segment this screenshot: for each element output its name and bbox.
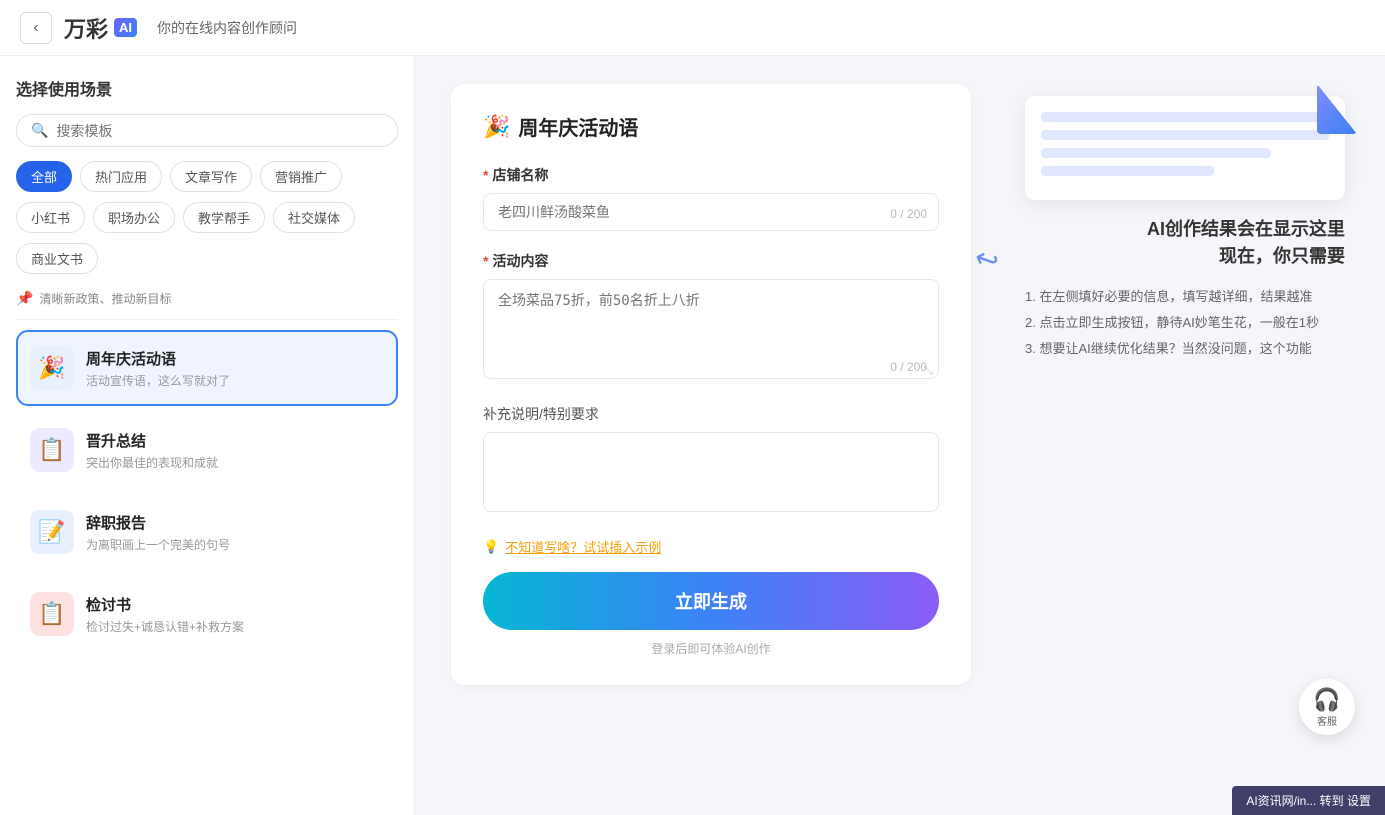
tag-hot[interactable]: 热门应用 [80,161,162,192]
tag-office[interactable]: 职场办公 [93,202,175,233]
search-icon: 🔍 [31,122,48,139]
main-layout: 选择使用场景 🔍 全部 热门应用 文章写作 营销推广 小红书 职场办公 教学帮手… [0,56,1385,815]
illustration-area: ↩ AI创作结果会在显示这里 现在，你只需要 1. 在左侧填好必要的信息，填写越… [1025,96,1345,362]
hint-row[interactable]: 💡 不知道写啥？试试插入示例 [483,537,939,556]
form-title-icon: 🎉 [483,114,510,140]
ai-caption-line2: 现在，你只需要 [1025,243,1345,270]
template-desc-anniversary: 活动宣传语，这么写就对了 [86,372,384,389]
activity-textarea[interactable] [483,279,939,379]
required-star: * [483,167,488,183]
resize-handle[interactable]: ⤡ [923,363,933,378]
step-1: 1. 在左侧填好必要的信息，填写越详细，结果越准 [1025,284,1345,310]
template-icon-promotion: 📋 [30,428,74,472]
template-name-promotion: 晋升总结 [86,430,384,451]
generate-button-label: 立即生成 [675,592,747,612]
logo-area: 万彩 AI [64,12,137,44]
hint-text: 不知道写啥？试试插入示例 [505,537,661,556]
illustration-card [1025,96,1345,200]
sidebar-title: 选择使用场景 [16,76,398,100]
form-title-text: 周年庆活动语 [518,112,638,141]
template-name-anniversary: 周年庆活动语 [86,348,384,369]
required-star-2: * [483,253,488,269]
activity-char-count: 0 / 200 [890,360,927,374]
template-name-review: 检讨书 [86,594,384,615]
illus-line-2 [1041,130,1329,140]
filter-tags-row-3: 商业文书 [16,243,398,274]
tag-all[interactable]: 全部 [16,161,72,192]
tag-social[interactable]: 社交媒体 [273,202,355,233]
field-label-shop: * 店铺名称 [483,165,939,185]
illus-corner-decor [1317,84,1357,134]
template-item-review[interactable]: 📋 检讨书 检讨过失+诚恳认错+补救方案 [16,576,398,652]
label-text-activity: 活动内容 [492,251,548,271]
app-header: ‹ 万彩 AI 你的在线内容创作顾问 [0,0,1385,56]
template-item-resignation[interactable]: 📝 辞职报告 为离职画上一个完美的句号 [16,494,398,570]
generate-button[interactable]: 立即生成 [483,572,939,630]
shop-name-char-count: 0 / 200 [890,207,927,221]
tag-education[interactable]: 教学帮手 [183,202,265,233]
shop-name-wrapper: 0 / 200 [483,193,939,231]
form-card: 🎉 周年庆活动语 * 店铺名称 0 / 200 * 活动内容 [451,84,971,685]
template-icon-resignation: 📝 [30,510,74,554]
tag-article[interactable]: 文章写作 [170,161,252,192]
activity-wrapper: 0 / 200 ⤡ [483,279,939,384]
customer-service-label: 客服 [1317,713,1337,728]
form-title: 🎉 周年庆活动语 [483,112,939,141]
tag-marketing[interactable]: 营销推广 [260,161,342,192]
template-desc-resignation: 为离职画上一个完美的句号 [86,536,384,553]
notice-icon: 📌 [16,290,33,307]
illus-line-1 [1041,112,1329,122]
template-desc-promotion: 突出你最佳的表现和成就 [86,454,384,471]
search-box: 🔍 [16,114,398,147]
ai-caption-wrapper: ↩ AI创作结果会在显示这里 现在，你只需要 [1025,216,1345,270]
step-3: 3. 想要让AI继续优化结果？当然没问题，这个功能 [1025,336,1345,362]
hint-icon: 💡 [483,539,499,555]
field-label-activity: * 活动内容 [483,251,939,271]
bottom-bar-text: AI资讯网/in... 转到 设置 [1246,794,1371,808]
filter-tags-row-2: 小红书 职场办公 教学帮手 社交媒体 [16,202,398,233]
supplement-textarea[interactable] [483,432,939,512]
content-area: 🎉 周年庆活动语 * 店铺名称 0 / 200 * 活动内容 [415,56,1385,815]
logo-text: 万彩 [64,12,108,44]
step-2: 2. 点击立即生成按钮，静待AI妙笔生花，一般在1秒 [1025,310,1345,336]
illus-line-4 [1041,166,1214,176]
template-icon-anniversary: 🎉 [30,346,74,390]
notice-text: 清晰新政策、推动新目标 [39,290,171,307]
shop-name-input[interactable] [483,193,939,231]
field-activity: * 活动内容 0 / 200 ⤡ [483,251,939,384]
field-shop-name: * 店铺名称 0 / 200 [483,165,939,231]
search-input[interactable] [56,123,383,139]
template-item-anniversary[interactable]: 🎉 周年庆活动语 活动宣传语，这么写就对了 [16,330,398,406]
notice-bar: 📌 清晰新政策、推动新目标 [16,284,398,320]
bottom-bar: AI资讯网/in... 转到 设置 [1232,786,1385,815]
template-desc-review: 检讨过失+诚恳认错+补救方案 [86,618,384,635]
template-name-resignation: 辞职报告 [86,512,384,533]
back-button[interactable]: ‹ [20,12,52,44]
ai-caption: AI创作结果会在显示这里 现在，你只需要 [1025,216,1345,270]
customer-service-button[interactable]: 🎧 客服 [1299,679,1355,735]
label-text-shop: 店铺名称 [492,165,548,185]
steps-list: 1. 在左侧填好必要的信息，填写越详细，结果越准 2. 点击立即生成按钮，静待A… [1025,284,1345,362]
header-subtitle: 你的在线内容创作顾问 [157,18,297,38]
template-icon-review: 📋 [30,592,74,636]
tag-business[interactable]: 商业文书 [16,243,98,274]
ai-caption-line1: AI创作结果会在显示这里 [1025,216,1345,243]
sidebar: 选择使用场景 🔍 全部 热门应用 文章写作 营销推广 小红书 职场办公 教学帮手… [0,56,415,815]
logo-ai-badge: AI [114,18,137,37]
customer-service-icon: 🎧 [1313,687,1340,713]
supplement-label: 补充说明/特别要求 [483,404,939,424]
tag-xiaohongshu[interactable]: 小红书 [16,202,85,233]
ai-arrow-icon: ↩ [970,240,1003,279]
illus-line-3 [1041,148,1271,158]
filter-tags-row: 全部 热门应用 文章写作 营销推广 [16,161,398,192]
login-hint: 登录后即可体验AI创作 [483,640,939,657]
field-supplement: 补充说明/特别要求 [483,404,939,517]
template-item-promotion[interactable]: 📋 晋升总结 突出你最佳的表现和成就 [16,412,398,488]
